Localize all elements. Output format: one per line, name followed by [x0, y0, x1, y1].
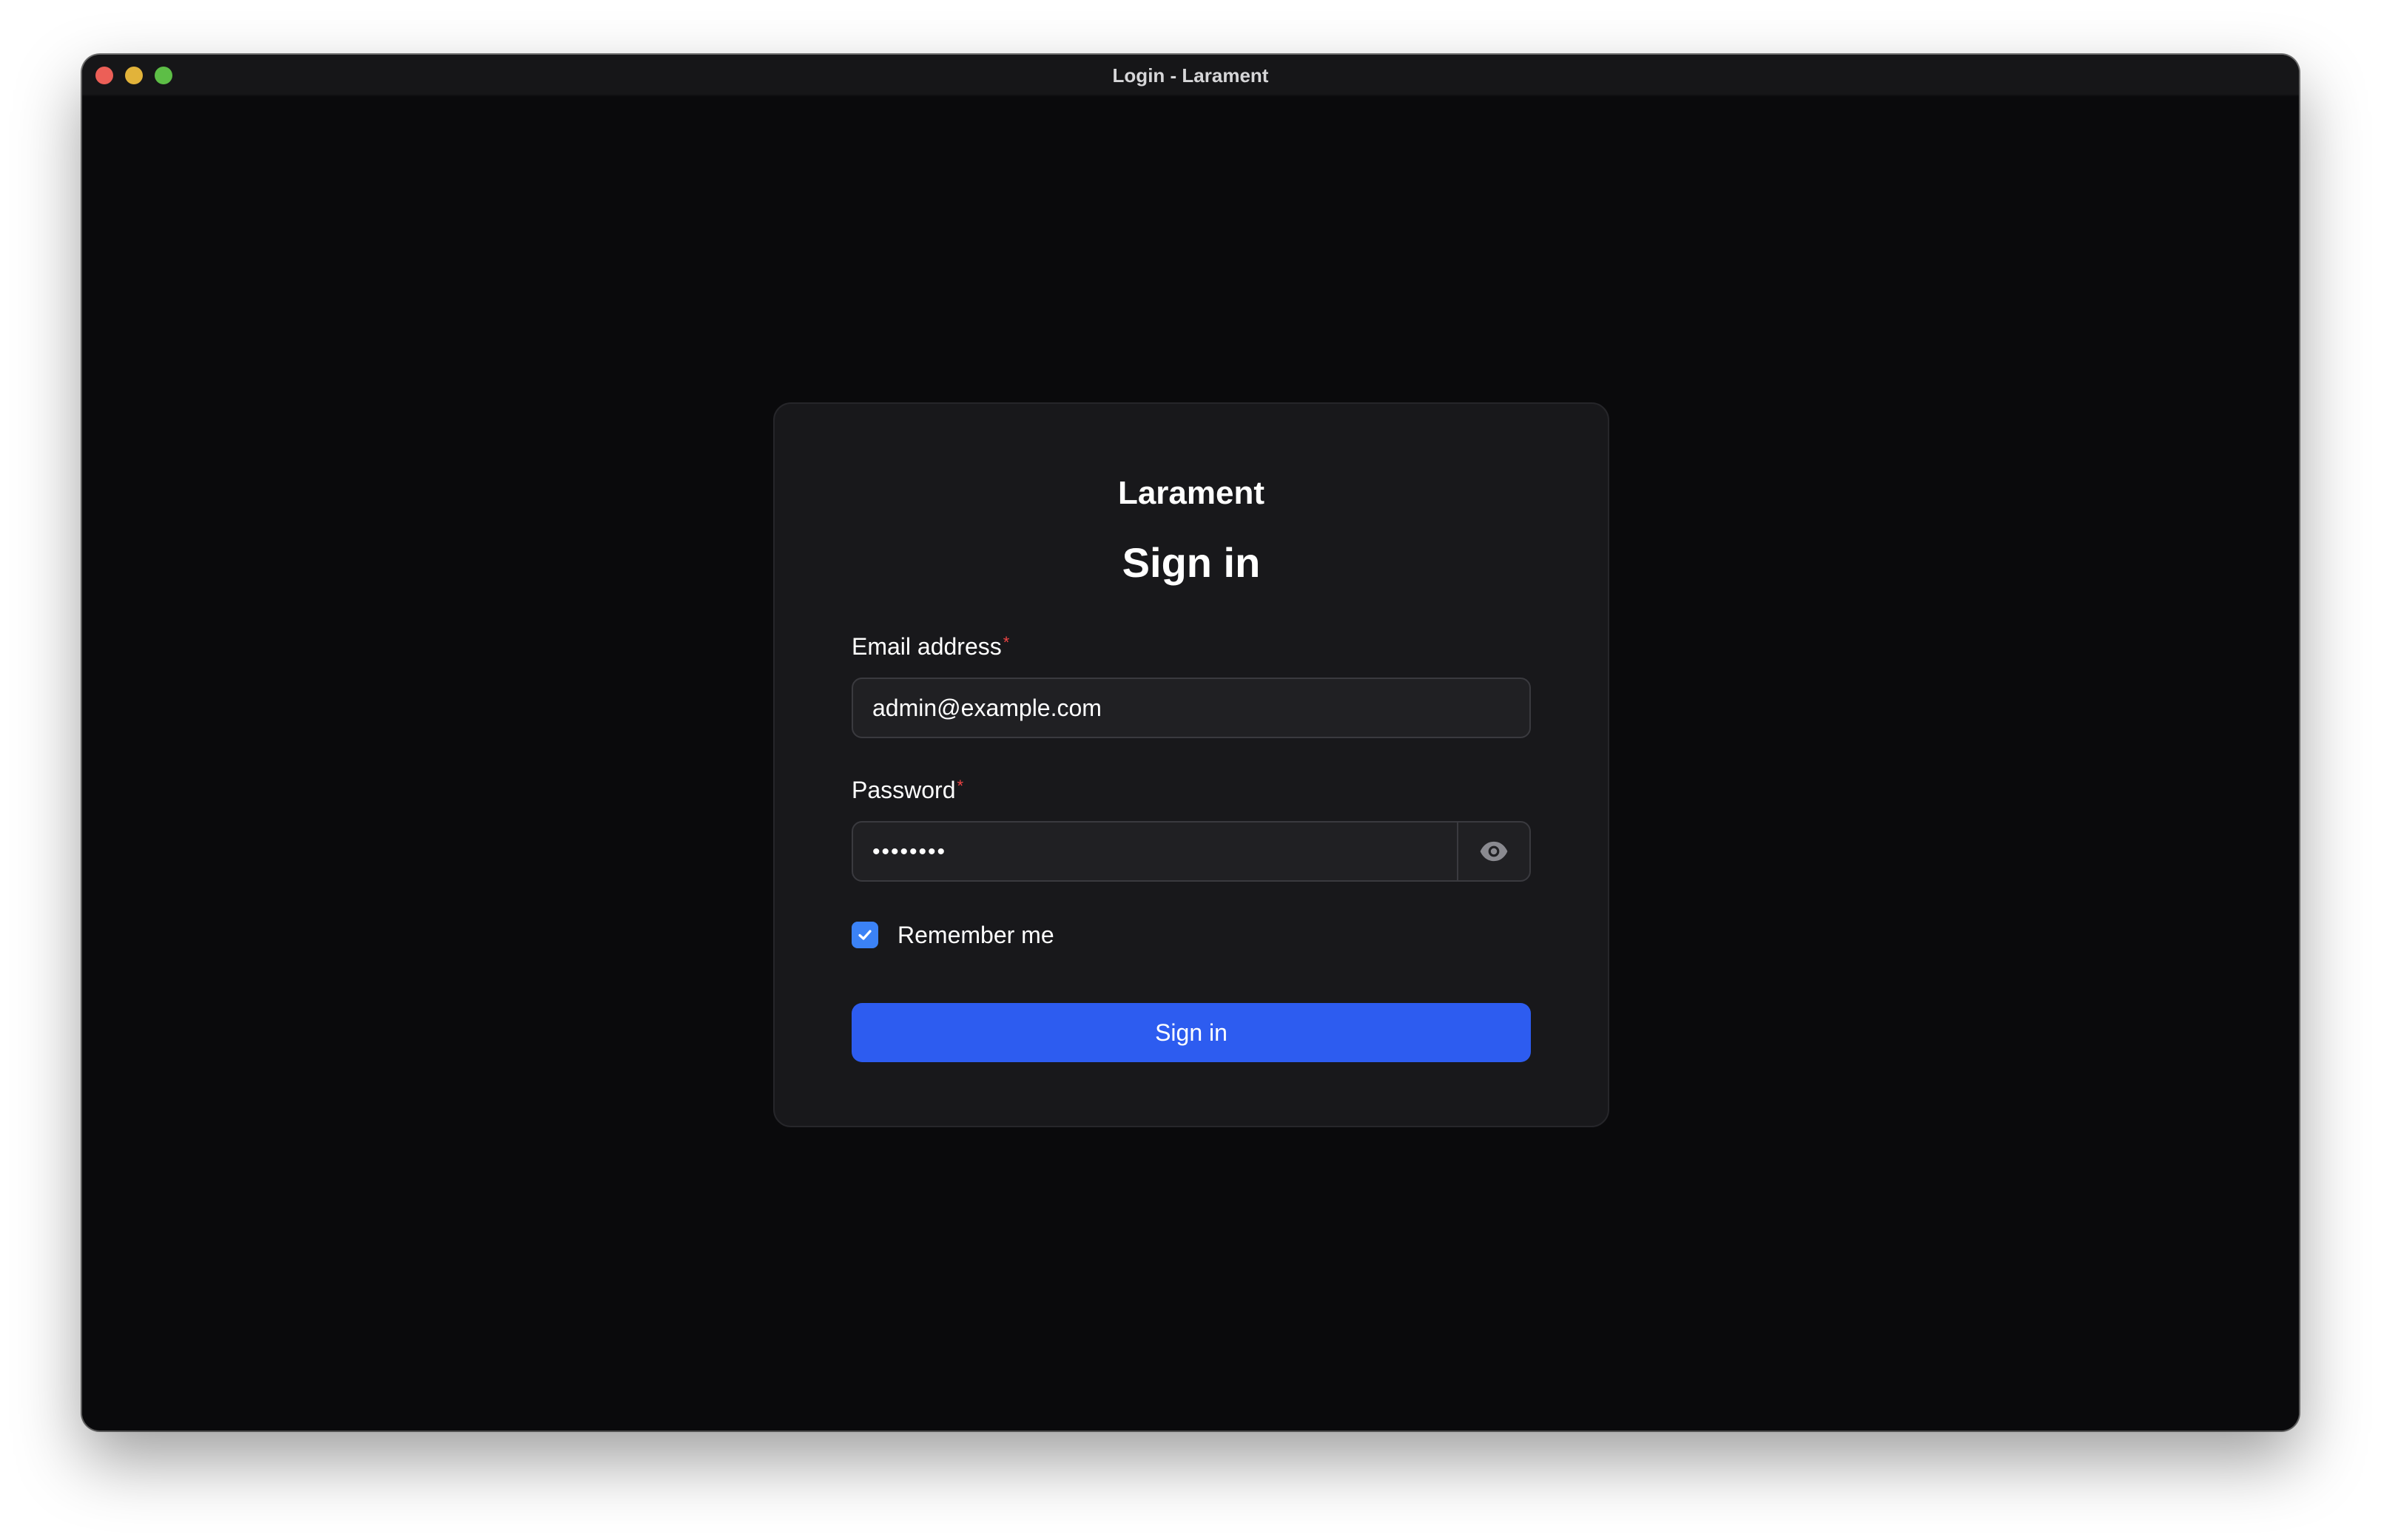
toggle-password-visibility-button[interactable] — [1457, 823, 1529, 880]
email-label-text: Email address — [852, 633, 1002, 660]
page-content: Larament Sign in Email address* admin@ex… — [82, 96, 2299, 1431]
required-marker: * — [957, 777, 964, 795]
remember-me-checkbox[interactable] — [852, 922, 878, 948]
sign-in-button[interactable]: Sign in — [852, 1003, 1531, 1062]
login-card: Larament Sign in Email address* admin@ex… — [773, 402, 1609, 1127]
password-field-wrapper: •••••••• — [852, 821, 1531, 882]
brand-name: Larament — [1117, 475, 1265, 511]
title-bar: Login - Larament — [82, 55, 2299, 96]
password-field[interactable]: •••••••• — [872, 823, 1449, 880]
password-label: Password* — [852, 777, 963, 804]
password-label-text: Password — [852, 777, 956, 803]
app-window: Login - Larament Larament Sign in Email … — [82, 55, 2299, 1431]
eye-icon — [1480, 841, 1508, 862]
remember-me-label[interactable]: Remember me — [897, 922, 1054, 949]
remember-me-row: Remember me — [852, 920, 1054, 950]
required-marker: * — [1003, 633, 1010, 652]
checkmark-icon — [858, 930, 872, 940]
email-field[interactable]: admin@example.com — [852, 678, 1531, 738]
page-title: Sign in — [1122, 539, 1261, 586]
window-title: Login - Larament — [1112, 64, 1269, 87]
email-label: Email address* — [852, 633, 1009, 661]
